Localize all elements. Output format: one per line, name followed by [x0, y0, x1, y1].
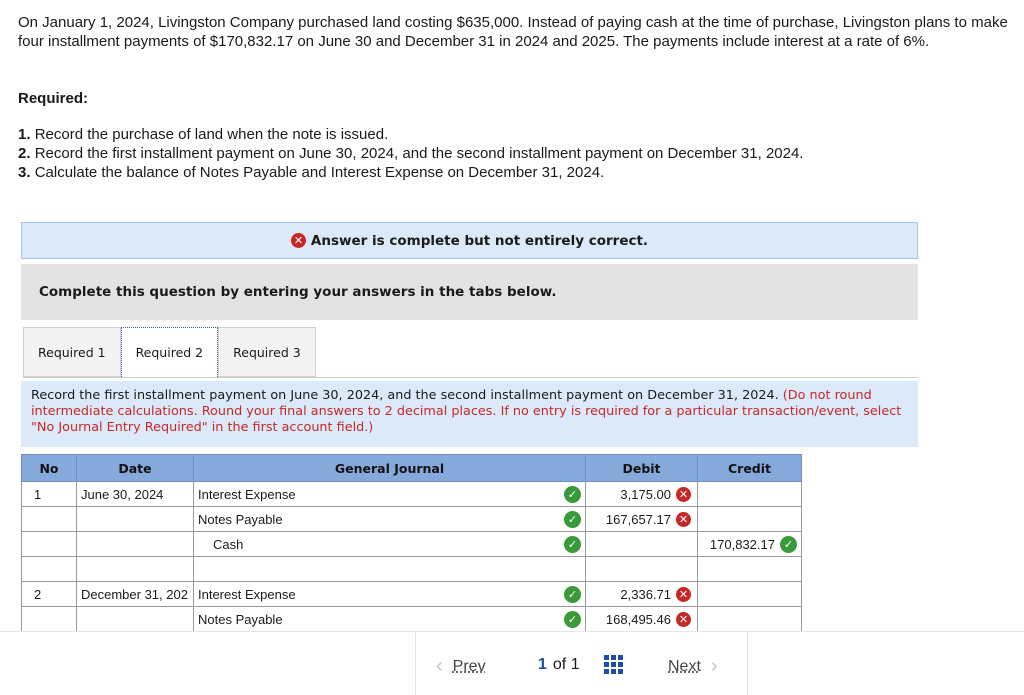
- x-circle-icon: ✕: [676, 512, 691, 527]
- credit-cell[interactable]: [697, 556, 802, 582]
- question-prompt: Record the first installment payment on …: [21, 381, 918, 447]
- journal-row: Notes Payable ✓ 168,495.46 ✕: [21, 606, 802, 632]
- credit-cell[interactable]: [697, 581, 802, 607]
- entry-number-cell: [21, 556, 77, 582]
- debit-cell[interactable]: [585, 531, 698, 557]
- credit-cell[interactable]: [697, 606, 802, 632]
- check-circle-icon: ✓: [564, 511, 581, 528]
- account-name: Cash: [213, 536, 244, 552]
- x-circle-icon: ✕: [290, 233, 306, 248]
- journal-row: 1 June 30, 2024 Interest Expense ✓ 3,175.00 ✕: [21, 481, 802, 507]
- page-indicator: 1 of 1: [538, 655, 623, 674]
- requirement-3: 3. Calculate the balance of Notes Payabl…: [18, 164, 605, 181]
- account-name: Interest Expense: [198, 586, 296, 602]
- answer-status-text: Answer is complete but not entirely corr…: [310, 232, 649, 249]
- journal-row: Cash ✓ 170,832.17 ✓: [21, 531, 802, 557]
- account-cell[interactable]: Notes Payable ✓: [193, 606, 586, 632]
- header-debit: Debit: [585, 454, 698, 482]
- journal-row: 2 December 31, 202 Interest Expense ✓ 2,336.…: [21, 581, 802, 607]
- entry-number-cell: [21, 506, 77, 532]
- debit-value: 3,175.00: [620, 486, 671, 502]
- total-pages: 1: [570, 655, 580, 673]
- credit-cell[interactable]: [697, 506, 802, 532]
- tab-divider: [23, 377, 918, 378]
- entry-number-cell: 1: [21, 481, 77, 507]
- page-of-label: of: [552, 655, 567, 673]
- account-cell[interactable]: Interest Expense ✓: [193, 481, 586, 507]
- pagination-bar: ‹ Prev 1 of 1 Next ›: [0, 631, 1024, 695]
- debit-cell[interactable]: 168,495.46 ✕: [585, 606, 698, 632]
- account-cell[interactable]: Interest Expense ✓: [193, 581, 586, 607]
- pagination-controls: ‹ Prev 1 of 1 Next ›: [415, 632, 748, 695]
- date-cell[interactable]: December 31, 202: [76, 581, 194, 607]
- journal-row: [21, 556, 802, 582]
- header-credit: Credit: [697, 454, 802, 482]
- debit-cell[interactable]: 2,336.71 ✕: [585, 581, 698, 607]
- check-circle-icon: ✓: [564, 586, 581, 603]
- entry-number-cell: 2: [21, 581, 77, 607]
- debit-value: 2,336.71: [620, 586, 671, 602]
- entry-number-cell: [21, 531, 77, 557]
- journal-row: Notes Payable ✓ 167,657.17 ✕: [21, 506, 802, 532]
- answer-status-banner: ✕ Answer is complete but not entirely co…: [21, 222, 918, 259]
- account-name: Interest Expense: [198, 486, 296, 502]
- debit-value: 167,657.17: [605, 511, 671, 527]
- account-cell[interactable]: Cash ✓: [193, 531, 586, 557]
- x-circle-icon: ✕: [676, 487, 691, 502]
- current-page: 1: [538, 655, 547, 673]
- credit-cell[interactable]: [697, 481, 802, 507]
- next-button[interactable]: Next ›: [668, 655, 718, 678]
- prompt-text: Record the first installment payment on …: [31, 388, 779, 403]
- date-cell[interactable]: [76, 531, 194, 557]
- table-header-row: No Date General Journal Debit Credit: [21, 454, 802, 482]
- debit-value: 168,495.46: [605, 611, 671, 627]
- tab-required-1[interactable]: Required 1: [23, 327, 121, 377]
- account-cell[interactable]: Notes Payable ✓: [193, 506, 586, 532]
- date-cell[interactable]: [76, 506, 194, 532]
- instruction-bar: Complete this question by entering your …: [21, 264, 918, 320]
- header-general-journal: General Journal: [193, 454, 586, 482]
- debit-cell[interactable]: 167,657.17 ✕: [585, 506, 698, 532]
- header-date: Date: [76, 454, 194, 482]
- general-journal-table: No Date General Journal Debit Credit 1 Ju…: [21, 454, 802, 632]
- check-circle-icon: ✓: [564, 611, 581, 628]
- x-circle-icon: ✕: [676, 612, 691, 627]
- debit-cell[interactable]: [585, 556, 698, 582]
- required-heading: Required:: [18, 90, 89, 107]
- tab-required-2[interactable]: Required 2: [120, 327, 219, 377]
- date-cell[interactable]: [76, 556, 194, 582]
- check-circle-icon: ✓: [564, 486, 581, 503]
- date-cell[interactable]: June 30, 2024: [76, 481, 194, 507]
- tab-required-3[interactable]: Required 3: [218, 327, 316, 377]
- entry-number-cell: [21, 606, 77, 632]
- problem-intro: On January 1, 2024, Livingston Company p…: [18, 14, 1008, 50]
- account-name: Notes Payable: [198, 611, 283, 627]
- credit-value: 170,832.17: [709, 536, 775, 552]
- chevron-left-icon: ‹: [436, 655, 443, 677]
- x-circle-icon: ✕: [676, 587, 691, 602]
- check-circle-icon: ✓: [564, 536, 581, 553]
- account-cell[interactable]: [193, 556, 586, 582]
- grid-icon[interactable]: [603, 655, 623, 674]
- chevron-right-icon: ›: [710, 655, 718, 677]
- credit-cell[interactable]: 170,832.17 ✓: [697, 531, 802, 557]
- date-cell[interactable]: [76, 606, 194, 632]
- debit-cell[interactable]: 3,175.00 ✕: [585, 481, 698, 507]
- check-circle-icon: ✓: [780, 536, 797, 553]
- requirement-1: 1. Record the purchase of land when the …: [18, 126, 389, 143]
- requirement-2: 2. Record the first installment payment …: [18, 145, 804, 162]
- prev-button[interactable]: ‹ Prev: [436, 655, 486, 678]
- tab-bar: Required 1 Required 2 Required 3: [23, 327, 316, 377]
- header-no: No: [21, 454, 77, 482]
- requirements-list: 1. Record the purchase of land when the …: [18, 125, 803, 182]
- account-name: Notes Payable: [198, 511, 283, 527]
